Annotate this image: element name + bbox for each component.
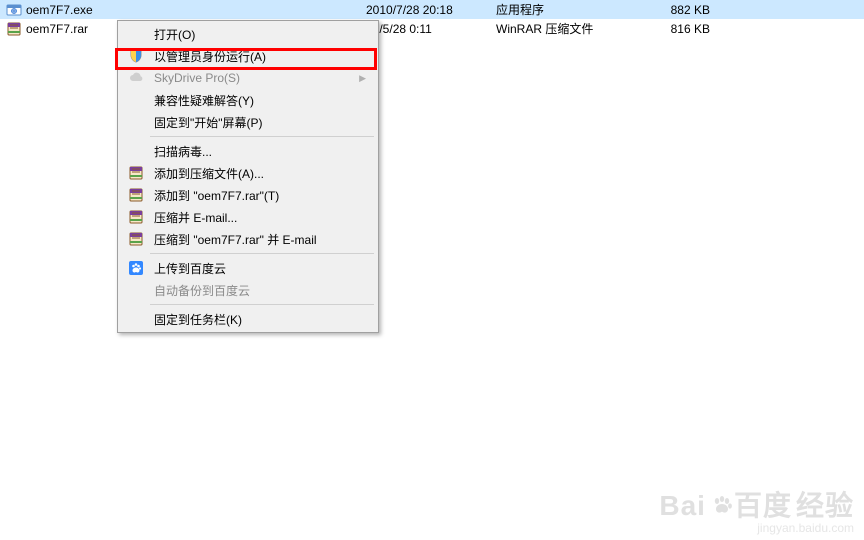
rar-icon — [124, 229, 148, 249]
menu-item-label: 打开(O) — [148, 26, 372, 43]
submenu-arrow-icon: ▶ — [359, 73, 372, 84]
rar-icon — [6, 21, 22, 37]
menu-item-label: 固定到任务栏(K) — [148, 311, 372, 328]
file-date: 2010/7/28 20:18 — [366, 3, 496, 17]
menu-item-label: 兼容性疑难解答(Y) — [148, 92, 372, 109]
menu-item-label: 压缩并 E-mail... — [148, 209, 372, 226]
file-size: 816 KB — [646, 22, 716, 36]
blank-icon — [124, 24, 148, 44]
menu-separator — [150, 304, 374, 305]
menu-item-label: 添加到压缩文件(A)... — [148, 165, 372, 182]
blank-icon — [124, 141, 148, 161]
menu-item[interactable]: 打开(O) — [120, 23, 376, 45]
file-size: 882 KB — [646, 3, 716, 17]
menu-item[interactable]: 兼容性疑难解答(Y) — [120, 89, 376, 111]
menu-item[interactable]: 固定到任务栏(K) — [120, 308, 376, 330]
blank-icon — [124, 309, 148, 329]
file-type: 应用程序 — [496, 1, 646, 18]
watermark-brand-du: 百度 — [734, 492, 792, 520]
cloud-icon — [124, 68, 148, 88]
exe-icon — [6, 2, 22, 18]
rar-icon — [124, 185, 148, 205]
watermark: Bai 百度 经验 jingyan.baidu.com — [659, 492, 854, 534]
menu-item-label: 上传到百度云 — [148, 260, 372, 277]
blank-icon — [124, 280, 148, 300]
menu-item: 自动备份到百度云 — [120, 279, 376, 301]
shield-icon — [124, 46, 148, 66]
menu-item[interactable]: 添加到压缩文件(A)... — [120, 162, 376, 184]
menu-item[interactable]: 扫描病毒... — [120, 140, 376, 162]
menu-item[interactable]: 固定到"开始"屏幕(P) — [120, 111, 376, 133]
menu-item-label: 压缩到 "oem7F7.rar" 并 E-mail — [148, 231, 372, 248]
menu-item-label: 添加到 "oem7F7.rar"(T) — [148, 187, 372, 204]
menu-item[interactable]: 压缩并 E-mail... — [120, 206, 376, 228]
context-menu: 打开(O) 以管理员身份运行(A) SkyDrive Pro(S)▶ 兼容性疑难解答(… — [117, 20, 379, 333]
watermark-brand-en: Bai — [659, 492, 706, 520]
baidu-icon — [124, 258, 148, 278]
menu-item[interactable]: 压缩到 "oem7F7.rar" 并 E-mail — [120, 228, 376, 250]
menu-item[interactable]: 添加到 "oem7F7.rar"(T) — [120, 184, 376, 206]
blank-icon — [124, 90, 148, 110]
menu-separator — [150, 136, 374, 137]
menu-item-label: 以管理员身份运行(A) — [148, 48, 372, 65]
file-name: oem7F7.exe — [26, 3, 366, 17]
menu-item-label: SkyDrive Pro(S) — [148, 71, 359, 85]
rar-icon — [124, 207, 148, 227]
menu-item[interactable]: 上传到百度云 — [120, 257, 376, 279]
watermark-sub: jingyan.baidu.com — [659, 522, 854, 534]
menu-item-label: 扫描病毒... — [148, 143, 372, 160]
menu-separator — [150, 253, 374, 254]
paw-icon — [710, 494, 734, 518]
rar-icon — [124, 163, 148, 183]
file-row[interactable]: oem7F7.exe 2010/7/28 20:18 应用程序 882 KB — [0, 0, 864, 19]
menu-item: SkyDrive Pro(S)▶ — [120, 67, 376, 89]
file-type: WinRAR 压缩文件 — [496, 20, 646, 37]
watermark-brand-cn: 经验 — [796, 492, 854, 520]
blank-icon — [124, 112, 148, 132]
menu-item-label: 固定到"开始"屏幕(P) — [148, 114, 372, 131]
menu-item-label: 自动备份到百度云 — [148, 282, 372, 299]
file-date: 13/5/28 0:11 — [366, 22, 496, 36]
menu-item[interactable]: 以管理员身份运行(A) — [120, 45, 376, 67]
